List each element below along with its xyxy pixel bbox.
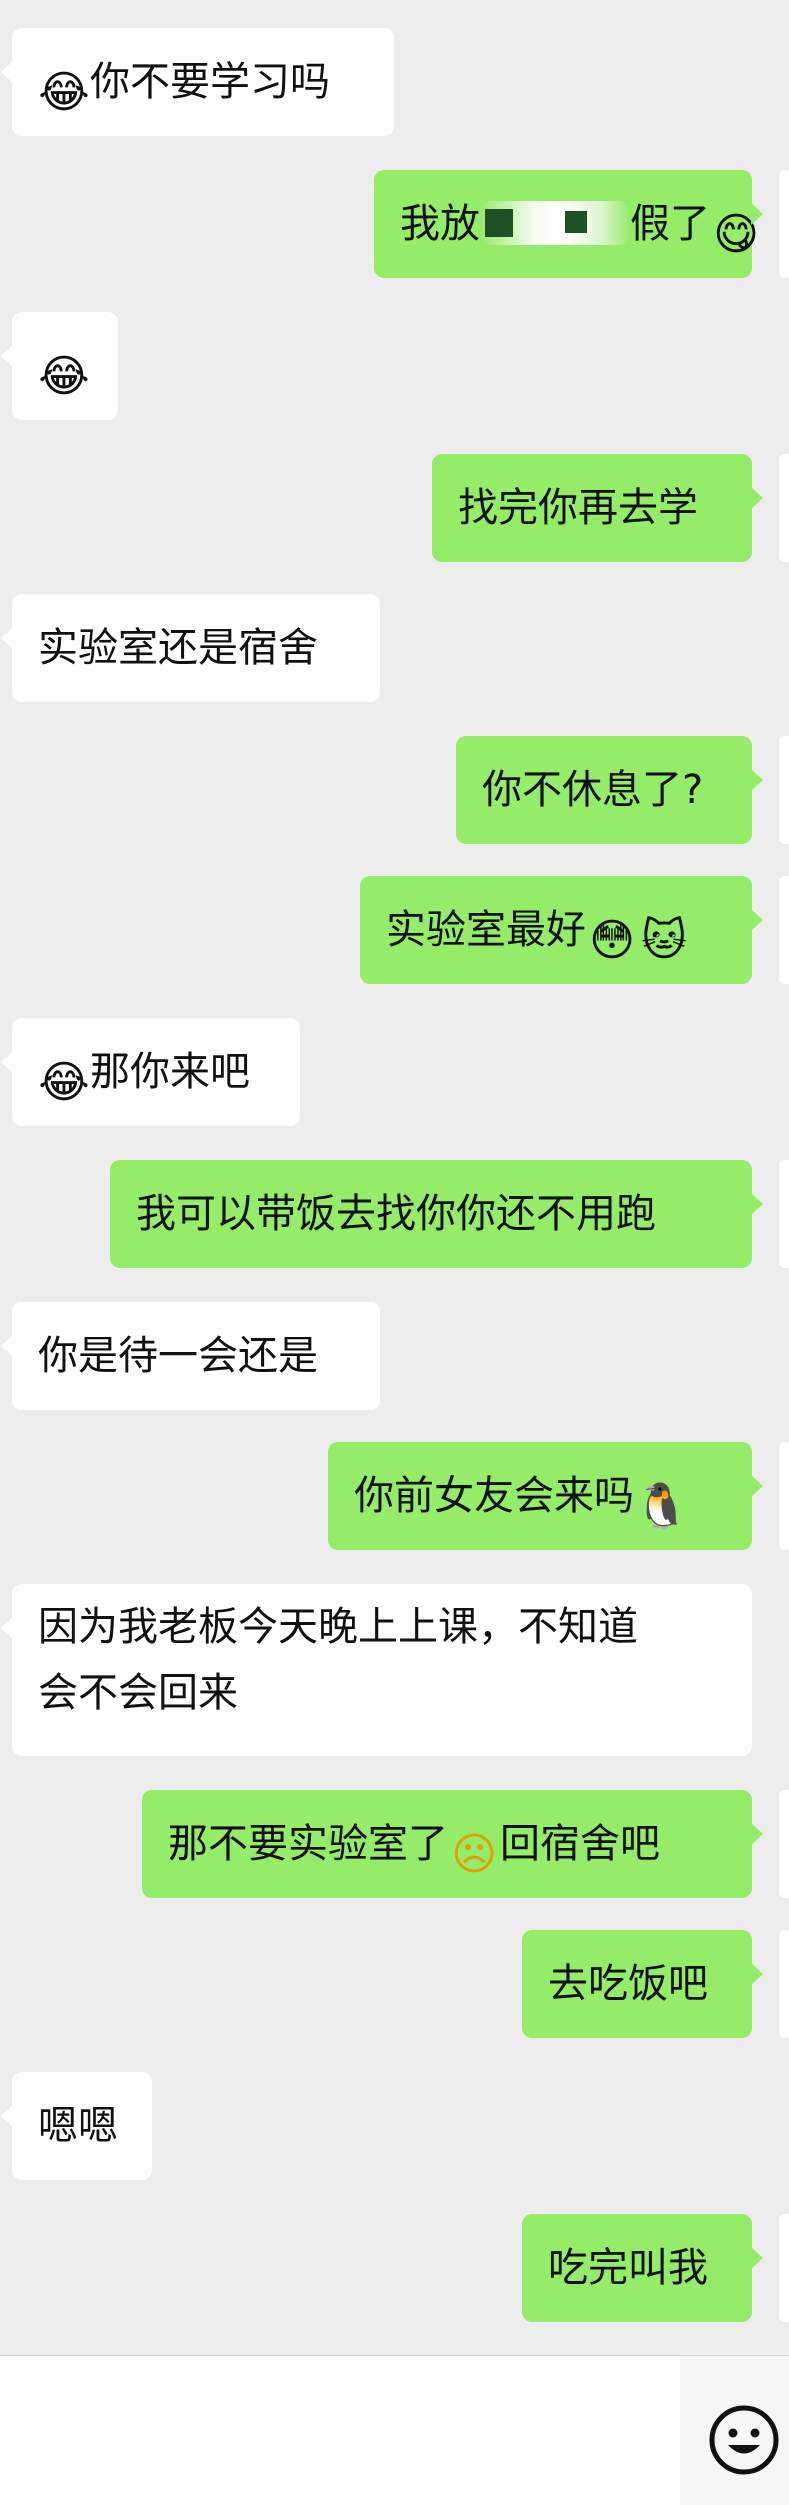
message-bubble-incoming[interactable]: 😂: [1, 312, 118, 420]
flushed-face-emoji-icon: 😳: [589, 915, 635, 966]
message-bubble-incoming[interactable]: 😂那你来吧: [1, 1018, 300, 1126]
laughing-tears-emoji-icon: 😂: [38, 351, 90, 402]
message-edge-indicator: [779, 1790, 789, 1898]
message-text: 我放: [400, 201, 480, 247]
message-edge-indicator: [779, 2214, 789, 2322]
message-bubble-outgoing[interactable]: 去吃饭吧: [522, 1930, 763, 2038]
message-text: 吃完叫我: [548, 2245, 708, 2291]
message-bubble-outgoing[interactable]: 吃完叫我: [522, 2214, 763, 2322]
laughing-tears-emoji-icon: 😂: [38, 1057, 90, 1108]
message-text-line: 因为我老板今天晚上上课，不知道: [38, 1604, 638, 1650]
message-bubble-incoming[interactable]: 因为我老板今天晚上上课，不知道 会不会回来: [1, 1584, 752, 1756]
message-text: 嗯嗯: [38, 2103, 118, 2149]
message-text: 我可以带饭去找你你还不用跑: [136, 1191, 656, 1237]
message-text: 你前女友会来吗: [354, 1473, 634, 1519]
message-text: 你不休息了?: [482, 767, 704, 813]
frowning-face-emoji-icon: ☹: [451, 1829, 497, 1880]
chat-history: 😂你不要学习吗 我放 假了😋 😂 找完你再去学 实验室还是宿舍 你不休息了? 实验…: [0, 0, 789, 2355]
message-text: 你不要学习吗: [90, 59, 330, 105]
message-text: 实验室还是宿舍: [38, 625, 318, 671]
message-edge-indicator: [779, 876, 789, 984]
message-bubble-incoming[interactable]: 你是待一会还是: [1, 1302, 380, 1410]
laughing-tears-emoji-icon: 😂: [38, 67, 90, 118]
yum-face-emoji-icon: 😋: [713, 209, 759, 260]
redaction-blur: [480, 201, 630, 245]
message-text: 找完你再去学: [458, 485, 698, 531]
message-edge-indicator: [779, 1160, 789, 1268]
penguin-emoji-icon: 🐧: [634, 1481, 689, 1532]
cat-face-emoji-icon: 🐱: [641, 915, 687, 966]
message-bubble-incoming[interactable]: 实验室还是宿舍: [1, 594, 380, 702]
message-text: 实验室最好: [386, 907, 586, 953]
message-bubble-outgoing[interactable]: 找完你再去学: [432, 454, 763, 562]
message-bubble-outgoing[interactable]: 我放 假了😋: [374, 170, 763, 278]
message-bubble-outgoing[interactable]: 你前女友会来吗🐧: [328, 1442, 763, 1550]
message-text: 你是待一会还是: [38, 1333, 318, 1379]
message-bubble-incoming[interactable]: 😂你不要学习吗: [1, 28, 394, 136]
message-text-line: 会不会回来: [38, 1670, 238, 1716]
message-bubble-outgoing[interactable]: 你不休息了?: [456, 736, 763, 844]
message-text: 去吃饭吧: [548, 1961, 708, 2007]
message-text: 回宿舍吧: [500, 1821, 660, 1867]
message-edge-indicator: [779, 1930, 789, 2038]
message-bubble-incoming[interactable]: 嗯嗯: [1, 2072, 152, 2180]
message-edge-indicator: [779, 170, 789, 278]
message-edge-indicator: [779, 1442, 789, 1550]
message-bubble-outgoing[interactable]: 那不要实验室了☹回宿舍吧: [142, 1790, 763, 1898]
smile-face-icon[interactable]: [708, 2404, 780, 2476]
message-text: 那不要实验室了: [168, 1821, 448, 1867]
message-input-field[interactable]: [0, 2356, 680, 2505]
message-bubble-outgoing[interactable]: 实验室最好😳 🐱: [360, 876, 763, 984]
message-text: 假了: [630, 201, 710, 247]
chat-input-bar: [0, 2355, 789, 2505]
message-text: 那你来吧: [90, 1049, 250, 1095]
message-edge-indicator: [779, 736, 789, 844]
message-bubble-outgoing[interactable]: 我可以带饭去找你你还不用跑: [110, 1160, 763, 1268]
message-edge-indicator: [779, 454, 789, 562]
